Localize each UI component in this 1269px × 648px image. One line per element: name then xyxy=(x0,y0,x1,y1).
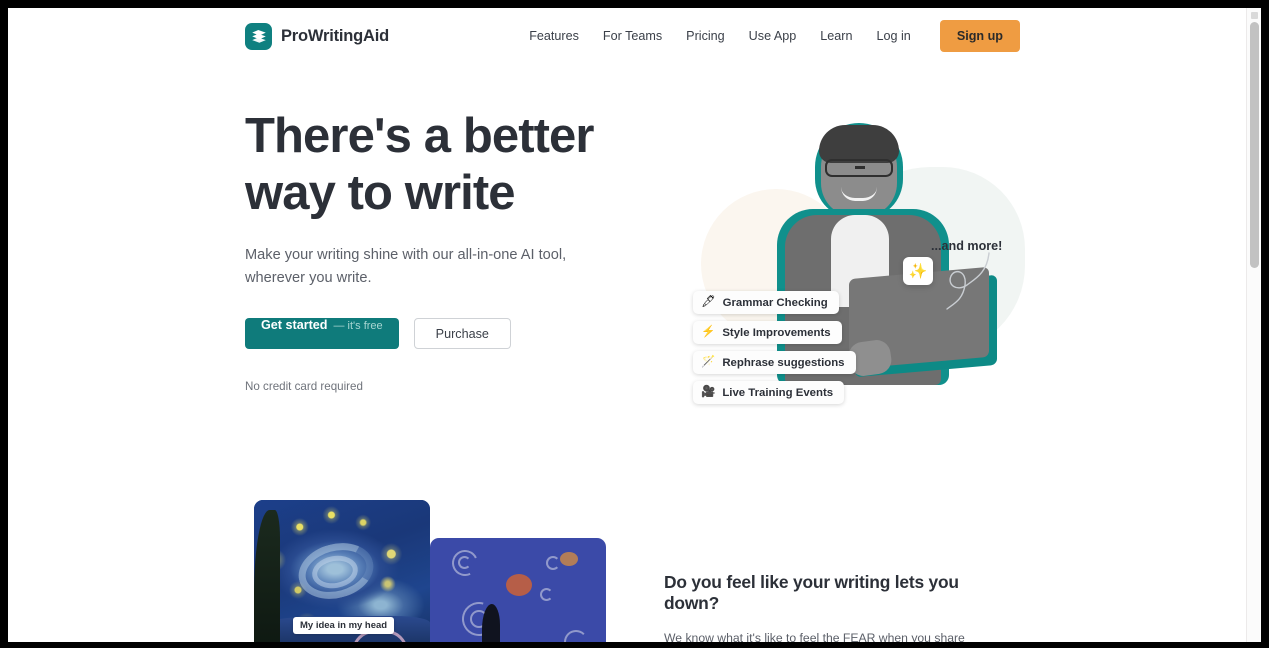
sketch-blob xyxy=(560,552,578,566)
feature-pill-style-improvements: ⚡ Style Improvements xyxy=(693,321,842,344)
starry-night-sketch xyxy=(430,538,606,642)
page-canvas: ProWritingAid Features For Teams Pricing… xyxy=(8,8,1261,642)
section-two-text-block: Do you feel like your writing lets you d… xyxy=(664,572,1014,642)
sign-up-button[interactable]: Sign up xyxy=(939,20,1020,52)
brand-name: ProWritingAid xyxy=(281,26,390,45)
feature-pill-list: 🖋 Grammar Checking ⚡ Style Improvements … xyxy=(693,291,856,404)
sketch-spiral xyxy=(540,588,553,601)
feature-pill-rephrase-suggestions: 🪄 Rephrase suggestions xyxy=(693,351,856,374)
magic-wand-icon: 🪄 xyxy=(701,355,716,368)
sketch-spiral xyxy=(546,556,560,570)
feature-pill-label: Live Training Events xyxy=(722,386,834,399)
feature-pill-label: Grammar Checking xyxy=(722,296,828,309)
feature-pill-label: Style Improvements xyxy=(722,326,831,339)
scrollbar-thumb[interactable] xyxy=(1250,22,1259,268)
get-started-button[interactable]: Get started — it's free xyxy=(245,318,399,350)
sparkles-icon: ✨ xyxy=(908,262,928,280)
quill-pen-icon: 🖋 xyxy=(701,295,716,308)
purchase-button[interactable]: Purchase xyxy=(413,318,511,350)
main-navigation: Features For Teams Pricing Use App Learn… xyxy=(517,20,1020,52)
get-started-note: — it's free xyxy=(333,320,383,333)
hero-section: There's a better way to write Make your … xyxy=(8,64,1246,464)
nav-link-use-app[interactable]: Use App xyxy=(737,23,809,49)
section-two-body: We know what it's like to feel the FEAR … xyxy=(664,631,965,642)
painting-caption-label: My idea in my head xyxy=(293,617,395,634)
hero-subtitle: Make your writing shine with our all-in-… xyxy=(245,246,567,286)
browser-window-frame: ProWritingAid Features For Teams Pricing… xyxy=(0,0,1269,648)
nav-link-learn[interactable]: Learn xyxy=(808,23,864,49)
hero-illustration: ...and more! ✨ 🖋 Grammar Checking ⚡ Styl… xyxy=(663,109,1033,409)
glasses-bridge xyxy=(855,166,865,169)
nav-link-features[interactable]: Features xyxy=(517,23,591,49)
hero-text-block: There's a better way to write Make your … xyxy=(245,108,645,393)
nav-link-for-teams[interactable]: For Teams xyxy=(591,23,674,49)
feature-pill-grammar-checking: 🖋 Grammar Checking xyxy=(693,291,839,314)
prowritingaid-logo-icon xyxy=(245,22,272,50)
sparkles-badge: ✨ xyxy=(903,257,933,285)
starry-night-illustration-group: My idea in my head xyxy=(245,500,665,642)
hero-title: There's a better way to write xyxy=(245,108,645,222)
vertical-scrollbar[interactable] xyxy=(1246,8,1261,642)
hero-title-line-1: There's a better xyxy=(245,109,594,163)
nav-link-pricing[interactable]: Pricing xyxy=(674,23,737,49)
sketch-blob xyxy=(506,574,532,596)
sketch-spiral xyxy=(564,630,588,642)
site-header: ProWritingAid Features For Teams Pricing… xyxy=(8,8,1246,64)
person-hair xyxy=(819,125,899,163)
sketch-cypress-tree xyxy=(482,604,500,642)
nav-link-log-in[interactable]: Log in xyxy=(865,23,923,49)
scrollbar-up-arrow-icon[interactable] xyxy=(1251,12,1258,19)
section-two-heading: Do you feel like your writing lets you d… xyxy=(664,572,959,613)
hero-cta-group: Get started — it's free Purchase xyxy=(245,318,645,350)
sketch-spiral xyxy=(458,556,471,569)
lightning-bolt-icon: ⚡ xyxy=(701,325,716,338)
feature-pill-label: Rephrase suggestions xyxy=(722,356,845,369)
get-started-label: Get started xyxy=(261,318,328,333)
hero-title-line-2: way to write xyxy=(245,165,516,220)
squiggle-line-icon xyxy=(946,252,990,310)
brand-logo-link[interactable]: ProWritingAid xyxy=(245,22,390,50)
no-credit-card-note: No credit card required xyxy=(245,380,363,394)
film-projector-icon: 🎥 xyxy=(701,385,716,398)
page-content: ProWritingAid Features For Teams Pricing… xyxy=(8,8,1246,642)
feature-pill-live-training-events: 🎥 Live Training Events xyxy=(693,381,845,404)
writing-lets-you-down-section: My idea in my head Do you feel like your… xyxy=(8,464,1246,642)
